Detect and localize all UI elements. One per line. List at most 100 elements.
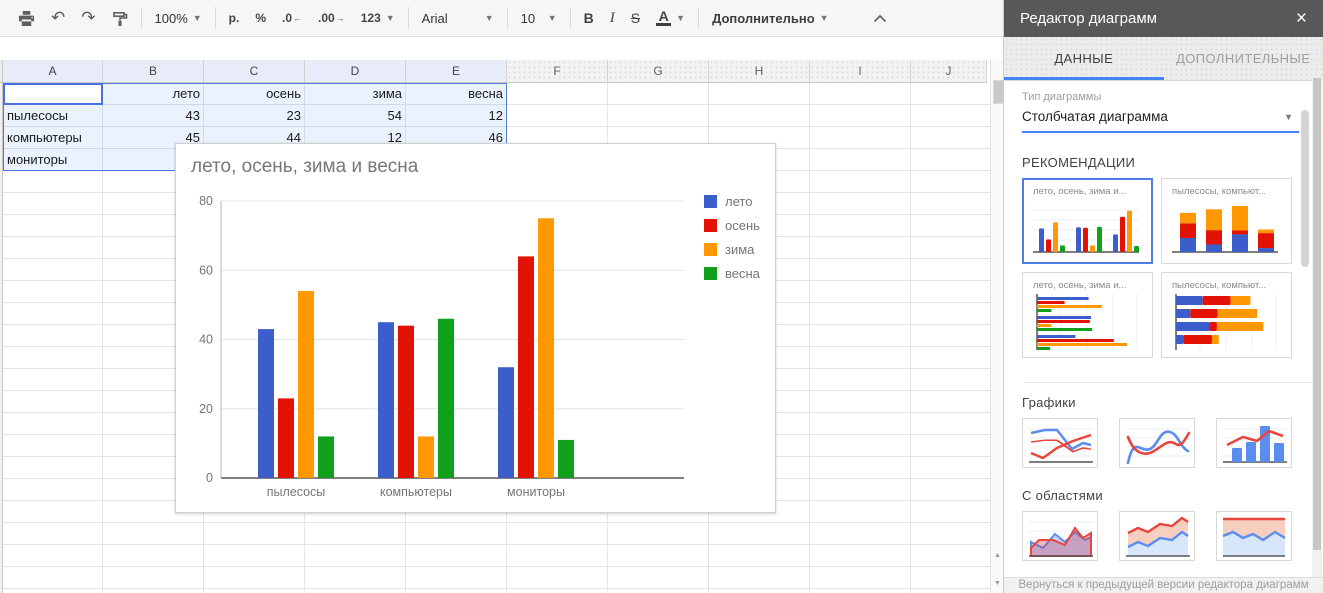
panel-scrollbar-thumb[interactable] <box>1313 78 1321 550</box>
column-header-a[interactable]: A <box>3 60 103 83</box>
bar-компьютеры-лето[interactable] <box>378 322 394 478</box>
cell-a3[interactable]: компьютеры <box>3 127 103 149</box>
column-header-d[interactable]: D <box>305 60 406 83</box>
bar-мониторы-зима[interactable] <box>538 218 554 478</box>
smooth-line-chart-icon <box>1120 419 1194 467</box>
thumbnail-line-chart[interactable] <box>1022 418 1098 468</box>
cell-d2[interactable]: 54 <box>305 105 406 127</box>
thumbnail-grouped-column[interactable]: лето, осень, зима и... <box>1022 178 1153 264</box>
column-header-b[interactable]: B <box>103 60 204 83</box>
arrow-left-icon: ← <box>293 13 302 23</box>
font-size-select[interactable]: 10▼ <box>513 5 565 31</box>
inner-scrollbar-thumb[interactable] <box>1301 110 1309 267</box>
stacked-area-chart-icon <box>1120 512 1194 560</box>
font-family-select[interactable]: Arial▼ <box>414 5 502 31</box>
column-header-f[interactable]: F <box>507 60 608 83</box>
legend-label: лето <box>725 194 752 209</box>
thumbnail-grouped-bar[interactable]: лето, осень, зима и... <box>1022 272 1153 358</box>
thumbnail-full-stacked-area-chart[interactable] <box>1216 511 1292 561</box>
italic-button[interactable]: I <box>602 5 623 31</box>
column-header-j[interactable]: J <box>911 60 987 83</box>
color-bar <box>656 23 671 26</box>
bar-мониторы-лето[interactable] <box>498 367 514 478</box>
chart-type-select[interactable]: Столбчатая диаграмма ▼ <box>1022 109 1299 133</box>
panel-title: Редактор диаграмм <box>1020 10 1157 27</box>
more-menu[interactable]: Дополнительно ▼ <box>704 5 837 31</box>
bar-компьютеры-осень[interactable] <box>398 326 414 478</box>
active-cell-a1[interactable] <box>3 83 103 105</box>
cell-b2[interactable]: 43 <box>103 105 204 127</box>
tab-additional[interactable]: ДОПОЛНИТЕЛЬНЫЕ <box>1164 37 1323 80</box>
text-color-button[interactable]: A ▼ <box>648 5 693 31</box>
sheet-vertical-scrollbar[interactable]: ▲ ▼ <box>990 60 1003 593</box>
bar-пылесосы-лето[interactable] <box>258 329 274 478</box>
cell-b1[interactable]: лето <box>103 83 204 105</box>
print-icon <box>18 10 35 27</box>
zoom-select[interactable]: 100%▼ <box>147 5 210 31</box>
thumbnail-stacked-area-chart[interactable] <box>1119 511 1195 561</box>
legend-label: весна <box>725 266 760 281</box>
toolbar-separator <box>570 7 571 29</box>
area-chart-icon <box>1023 512 1097 560</box>
percent-format-button[interactable]: % <box>247 5 274 31</box>
cell-e2[interactable]: 12 <box>406 105 507 127</box>
increase-decimal-button[interactable]: .00→ <box>310 5 353 31</box>
paint-roller-icon <box>112 10 128 27</box>
undo-button[interactable]: ↶ <box>43 5 73 31</box>
thumbnail-smooth-line-chart[interactable] <box>1119 418 1195 468</box>
bold-button[interactable]: B <box>576 5 602 31</box>
decrease-decimal-button[interactable]: .0← <box>274 5 310 31</box>
stacked-bar-preview <box>1168 292 1282 354</box>
redo-button[interactable]: ↷ <box>73 5 103 31</box>
toolbar-separator <box>215 7 216 29</box>
bar-пылесосы-весна[interactable] <box>318 436 334 478</box>
column-header-c[interactable]: C <box>204 60 305 83</box>
bar-пылесосы-осень[interactable] <box>278 398 294 478</box>
thumbnail-stacked-column[interactable]: пылесосы, компьют... <box>1161 178 1292 264</box>
thumbnail-combo-chart[interactable] <box>1216 418 1292 468</box>
cell-e1[interactable]: весна <box>406 83 507 105</box>
bar-мониторы-весна[interactable] <box>558 440 574 478</box>
section-divider <box>1024 382 1311 383</box>
chevron-down-icon: ▼ <box>386 13 395 23</box>
bar-компьютеры-зима[interactable] <box>418 436 434 478</box>
number-format-menu[interactable]: 123▼ <box>353 5 403 31</box>
panel-scrollbar[interactable] <box>1312 78 1322 577</box>
column-chart: 020406080пылесосыкомпьютерымониторы <box>176 144 775 512</box>
legend-swatch <box>704 243 717 256</box>
legend-item-зима: зима <box>704 242 760 257</box>
cell-a4[interactable]: мониторы <box>3 149 103 171</box>
thumbnail-area-chart[interactable] <box>1022 511 1098 561</box>
thumbnail-stacked-bar[interactable]: пылесосы, компьют... <box>1161 272 1292 358</box>
print-button[interactable] <box>10 5 43 31</box>
legend-label: осень <box>725 218 760 233</box>
close-icon[interactable]: × <box>1296 8 1307 30</box>
cell-c1[interactable]: осень <box>204 83 305 105</box>
cell-a2[interactable]: пылесосы <box>3 105 103 127</box>
chevron-down-icon: ▼ <box>548 13 557 23</box>
bar-компьютеры-весна[interactable] <box>438 319 454 478</box>
chevron-down-icon: ▼ <box>676 13 685 23</box>
svg-text:мониторы: мониторы <box>507 485 565 499</box>
cell-c2[interactable]: 23 <box>204 105 305 127</box>
toolbar-separator <box>141 7 142 29</box>
column-header-i[interactable]: I <box>810 60 911 83</box>
svg-text:пылесосы: пылесосы <box>267 485 326 499</box>
cell-d1[interactable]: зима <box>305 83 406 105</box>
column-header-h[interactable]: H <box>709 60 810 83</box>
legend-label: зима <box>725 242 754 257</box>
column-header-e[interactable]: E <box>406 60 507 83</box>
bar-мониторы-осень[interactable] <box>518 256 534 478</box>
embedded-chart[interactable]: лето, осень, зима и весна 020406080пылес… <box>175 143 776 513</box>
line-chart-icon <box>1023 419 1097 467</box>
paint-format-button[interactable] <box>104 5 136 31</box>
legend-item-лето: лето <box>704 194 760 209</box>
currency-format-button[interactable]: р. <box>221 5 248 31</box>
tab-data[interactable]: ДАННЫЕ <box>1004 37 1164 80</box>
collapse-toolbar-button[interactable] <box>865 5 895 31</box>
column-header-g[interactable]: G <box>608 60 709 83</box>
previous-editor-link[interactable]: Вернуться к предыдущей версии редактора … <box>1004 577 1323 593</box>
strikethrough-button[interactable]: S <box>623 5 648 31</box>
bar-пылесосы-зима[interactable] <box>298 291 314 478</box>
chevron-down-icon: ▼ <box>820 13 829 23</box>
